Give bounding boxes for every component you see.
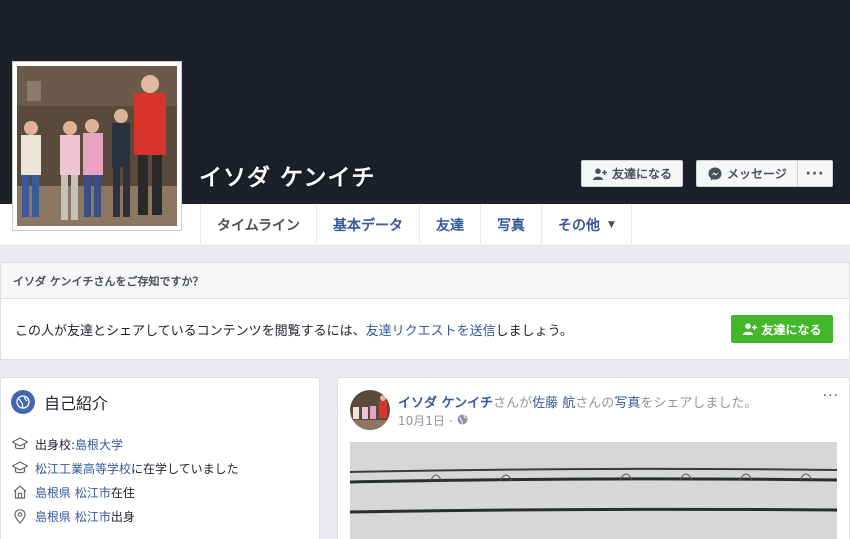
- do-you-know-box: イソダ ケンイチさんをご存知ですか？ この人が友達とシェアしているコンテンツを閲…: [0, 262, 850, 360]
- intro-item-education: 出身校: 島根大学: [11, 432, 239, 456]
- timeline-post: イソダ ケンイチさんが佐藤 航さんの写真をシェアしました。 10月1日 · ··…: [337, 377, 850, 539]
- profile-tabs: タイムライン 基本データ 友達 写真 その他 ▼: [200, 204, 632, 246]
- add-friend-green-button[interactable]: 友達になる: [731, 315, 833, 343]
- post-shared-photo[interactable]: [350, 442, 837, 539]
- do-you-know-heading: イソダ ケンイチさんをご存知ですか？: [1, 263, 849, 299]
- intro-heading: 自己紹介: [11, 390, 108, 414]
- post-meta: 10月1日 ·: [398, 412, 468, 429]
- add-friend-icon: [592, 166, 608, 182]
- university-link[interactable]: 島根大学: [75, 436, 123, 453]
- post-date-link[interactable]: 10月1日: [398, 412, 445, 429]
- highschool-link[interactable]: 松江工業高等学校: [35, 460, 131, 477]
- more-options-button[interactable]: ···: [797, 160, 833, 187]
- add-friend-green-label: 友達になる: [761, 322, 822, 337]
- intro-card: 自己紹介 出身校: 島根大学 松江工業高等学校 に在学していました 島根県 松江市…: [0, 377, 320, 539]
- tab-about[interactable]: 基本データ: [316, 204, 419, 246]
- intro-title: 自己紹介: [44, 394, 109, 413]
- more-options-icon: ···: [805, 165, 825, 182]
- profile-picture[interactable]: [12, 61, 182, 231]
- graduation-cap-icon: [11, 460, 28, 477]
- intro-item-hometown: 島根県 松江市 出身: [11, 504, 239, 528]
- tab-friends[interactable]: 友達: [419, 204, 480, 246]
- message-label: メッセージ: [727, 167, 787, 181]
- post-options-button[interactable]: ···: [823, 388, 839, 404]
- profile-photo-image: [17, 66, 177, 226]
- avatar: [350, 390, 390, 430]
- globe-icon: [457, 414, 468, 428]
- messenger-icon: [707, 166, 723, 182]
- location-pin-icon: [11, 508, 28, 525]
- add-friend-button[interactable]: 友達になる: [581, 160, 683, 187]
- message-button[interactable]: メッセージ: [696, 160, 798, 187]
- post-author-link[interactable]: イソダ ケンイチ: [398, 396, 493, 411]
- intro-list: 出身校: 島根大学 松江工業高等学校 に在学していました 島根県 松江市 在住 島根…: [11, 432, 239, 528]
- caret-down-icon: ▼: [608, 220, 615, 230]
- intro-item-highschool: 松江工業高等学校 に在学していました: [11, 456, 239, 480]
- post-headline: イソダ ケンイチさんが佐藤 航さんの写真をシェアしました。: [398, 396, 758, 411]
- profile-name[interactable]: イソダ ケンイチ: [199, 158, 375, 192]
- tab-photos[interactable]: 写真: [480, 204, 541, 246]
- current-city-link[interactable]: 島根県 松江市: [35, 484, 111, 501]
- tab-timeline[interactable]: タイムライン: [200, 204, 316, 246]
- add-friend-icon: [742, 321, 758, 337]
- hometown-link[interactable]: 島根県 松江市: [35, 508, 111, 525]
- graduation-cap-icon: [11, 436, 28, 453]
- shared-user-link[interactable]: 佐藤 航: [532, 396, 575, 411]
- shared-photo-image: [350, 442, 837, 539]
- photo-link[interactable]: 写真: [614, 396, 640, 411]
- meta-separator: ·: [448, 413, 453, 428]
- add-friend-label: 友達になる: [612, 167, 673, 181]
- home-icon: [11, 484, 28, 501]
- do-you-know-text: この人が友達とシェアしているコンテンツを閲覧するには、 友達リクエストを送信 しまし…: [1, 299, 849, 359]
- tab-more[interactable]: その他 ▼: [541, 204, 632, 246]
- intro-item-lives-in: 島根県 松江市 在住: [11, 480, 239, 504]
- post-author-avatar[interactable]: [350, 390, 390, 430]
- globe-icon: [11, 390, 35, 414]
- send-friend-request-link[interactable]: 友達リクエストを送信: [366, 320, 496, 339]
